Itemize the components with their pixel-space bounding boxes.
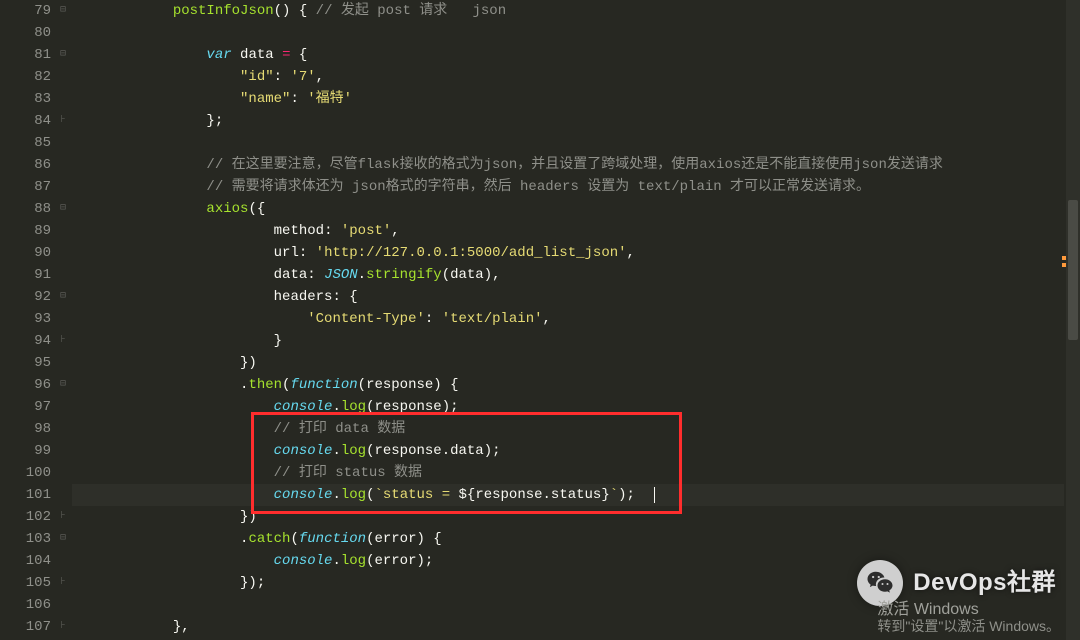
scrollbar-thumb[interactable] [1068, 200, 1078, 340]
code-line[interactable]: }) [72, 506, 1064, 528]
code-line[interactable]: // 打印 data 数据 [72, 418, 1064, 440]
line-number: 95 [0, 352, 51, 374]
fold-marker [55, 176, 71, 198]
fold-marker: ⊦ [55, 330, 71, 352]
line-number: 104 [0, 550, 51, 572]
line-number: 88 [0, 198, 51, 220]
code-line[interactable]: }) [72, 352, 1064, 374]
code-line[interactable]: }, [72, 616, 1064, 638]
code-line[interactable]: .catch(function(error) { [72, 528, 1064, 550]
line-number: 85 [0, 132, 51, 154]
line-number: 91 [0, 264, 51, 286]
line-number: 94 [0, 330, 51, 352]
fold-marker [55, 352, 71, 374]
fold-marker [55, 418, 71, 440]
code-line[interactable]: method: 'post', [72, 220, 1064, 242]
fold-marker[interactable]: ⊟ [55, 286, 71, 308]
line-number: 87 [0, 176, 51, 198]
code-line[interactable]: }; [72, 110, 1064, 132]
code-line[interactable]: // 需要将请求体还为 json格式的字符串，然后 headers 设置为 te… [72, 176, 1064, 198]
code-line[interactable]: 'Content-Type': 'text/plain', [72, 308, 1064, 330]
line-number: 107 [0, 616, 51, 638]
line-number: 105 [0, 572, 51, 594]
line-number: 103 [0, 528, 51, 550]
fold-marker [55, 308, 71, 330]
line-number: 83 [0, 88, 51, 110]
code-line[interactable]: postInfoJson() { // 发起 post 请求 json [72, 0, 1064, 22]
line-number: 79 [0, 0, 51, 22]
line-number: 81 [0, 44, 51, 66]
fold-marker[interactable]: ⊟ [55, 528, 71, 550]
code-area[interactable]: postInfoJson() { // 发起 post 请求 json var … [72, 0, 1064, 638]
fold-marker: ⊦ [55, 506, 71, 528]
line-number: 96 [0, 374, 51, 396]
line-number: 84 [0, 110, 51, 132]
fold-column[interactable]: ⊟⊟⊦⊟⊟⊦⊟⊦⊟⊦⊦ [55, 0, 71, 640]
fold-marker[interactable]: ⊟ [55, 44, 71, 66]
fold-marker: ⊦ [55, 616, 71, 638]
fold-marker[interactable]: ⊟ [55, 374, 71, 396]
line-number: 97 [0, 396, 51, 418]
fold-marker [55, 22, 71, 44]
code-line[interactable]: url: 'http://127.0.0.1:5000/add_list_jso… [72, 242, 1064, 264]
code-line[interactable]: // 打印 status 数据 [72, 462, 1064, 484]
line-number: 90 [0, 242, 51, 264]
fold-marker [55, 264, 71, 286]
line-number: 92 [0, 286, 51, 308]
line-number: 82 [0, 66, 51, 88]
fold-marker [55, 154, 71, 176]
code-line[interactable]: console.log(error); [72, 550, 1064, 572]
fold-marker [55, 220, 71, 242]
line-number: 106 [0, 594, 51, 616]
code-line[interactable]: "id": '7', [72, 66, 1064, 88]
line-number: 93 [0, 308, 51, 330]
line-number: 89 [0, 220, 51, 242]
fold-marker [55, 462, 71, 484]
fold-marker [55, 66, 71, 88]
line-number: 80 [0, 22, 51, 44]
code-line[interactable]: data: JSON.stringify(data), [72, 264, 1064, 286]
line-number: 102 [0, 506, 51, 528]
line-number: 86 [0, 154, 51, 176]
fold-marker [55, 484, 71, 506]
code-line[interactable]: console.log(response); [72, 396, 1064, 418]
code-line[interactable]: axios({ [72, 198, 1064, 220]
fold-marker [55, 550, 71, 572]
text-caret [654, 487, 655, 503]
code-line[interactable]: headers: { [72, 286, 1064, 308]
vertical-scrollbar[interactable] [1066, 0, 1080, 640]
line-number: 101 [0, 484, 51, 506]
fold-marker [55, 132, 71, 154]
fold-marker[interactable]: ⊟ [55, 0, 71, 22]
fold-marker [55, 242, 71, 264]
line-number: 99 [0, 440, 51, 462]
code-line[interactable]: var data = { [72, 44, 1064, 66]
code-line[interactable]: console.log(response.data); [72, 440, 1064, 462]
code-line[interactable] [72, 594, 1064, 616]
fold-marker: ⊦ [55, 572, 71, 594]
fold-marker [55, 396, 71, 418]
code-line[interactable] [72, 132, 1064, 154]
fold-marker: ⊦ [55, 110, 71, 132]
fold-marker [55, 88, 71, 110]
line-number: 100 [0, 462, 51, 484]
line-number: 98 [0, 418, 51, 440]
code-line[interactable]: console.log(`status = ${response.status}… [72, 484, 1064, 506]
code-line[interactable]: } [72, 330, 1064, 352]
code-line[interactable]: }); [72, 572, 1064, 594]
fold-marker [55, 440, 71, 462]
code-line[interactable]: // 在这里要注意，尽管flask接收的格式为json，并且设置了跨域处理，使用… [72, 154, 1064, 176]
code-line[interactable]: "name": '福特' [72, 88, 1064, 110]
line-number-gutter: 7980818283848586878889909192939495969798… [0, 0, 55, 640]
code-line[interactable]: .then(function(response) { [72, 374, 1064, 396]
fold-marker [55, 594, 71, 616]
fold-marker[interactable]: ⊟ [55, 198, 71, 220]
code-line[interactable] [72, 22, 1064, 44]
